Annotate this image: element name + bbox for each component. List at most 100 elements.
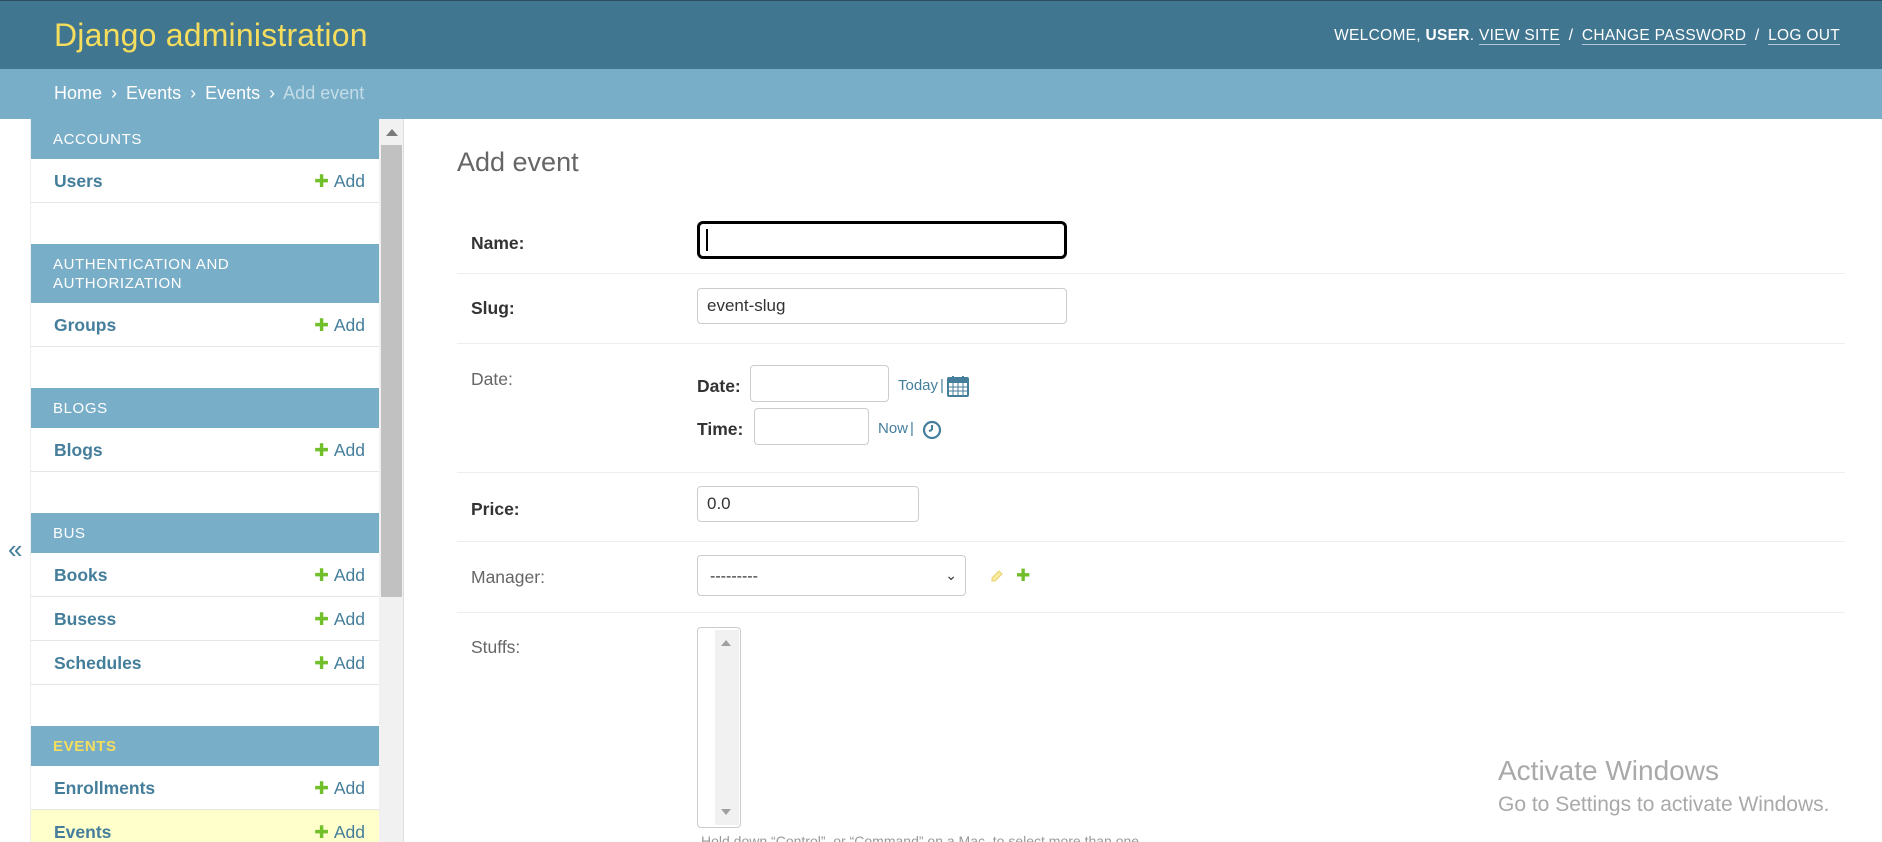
model-link[interactable]: Events [54,822,111,842]
stuffs-label: Stuffs: [471,637,521,657]
form-row-price: Price: 0.0 [457,473,1845,542]
welcome-text: Welcome, [1334,27,1426,44]
add-label: Add [333,565,365,585]
username: user [1425,27,1470,44]
stuffs-help-text: Hold down “Control”, or “Command” on a M… [701,833,1143,842]
scroll-up-arrow-icon[interactable] [386,129,398,136]
module-accounts: Accounts Users ✚ Add [31,119,379,203]
period: . [1469,27,1475,44]
model-link[interactable]: Blogs [54,440,103,461]
module-caption[interactable]: Authentication and Authorization [31,244,379,303]
manager-label: Manager: [471,567,545,587]
plus-icon: ✚ [314,565,329,585]
plus-icon: ✚ [314,609,329,629]
add-link[interactable]: ✚ Add [314,315,365,336]
scroll-up-arrow-icon[interactable] [721,640,731,646]
breadcrumb-model[interactable]: Events [205,83,260,103]
sidebar-item-blogs: Blogs ✚ Add [31,428,379,472]
form-row-manager: Manager: --------- ⌄ ✚ [457,542,1845,613]
model-link[interactable]: Schedules [54,653,142,674]
price-input[interactable]: 0.0 [697,486,919,522]
separator: | [940,377,944,394]
time-sub-label: Time: [697,419,744,439]
breadcrumb-app[interactable]: Events [126,83,181,103]
module-events: Events Enrollments ✚ Add Events ✚ Add [31,726,379,842]
breadcrumb-home[interactable]: Home [54,83,102,103]
chevron-down-icon: ⌄ [945,567,957,583]
module-caption[interactable]: Events [31,726,379,766]
add-label: Add [333,315,365,335]
now-link[interactable]: Now | [878,420,914,437]
add-link[interactable]: ✚ Add [314,778,365,799]
now-label: Now [878,420,909,437]
date-input[interactable] [750,365,889,402]
add-link[interactable]: ✚ Add [314,171,365,192]
model-link[interactable]: Books [54,565,107,586]
add-link[interactable]: ✚ Add [314,653,365,674]
sidebar-item-enrollments: Enrollments ✚ Add [31,766,379,810]
form-row-name: Name: [457,211,1845,274]
clock-icon[interactable] [922,420,942,445]
page-title: Add event [457,147,579,177]
log-out-link[interactable]: Log out [1768,27,1840,45]
module-blogs: Blogs Blogs ✚ Add [31,388,379,472]
add-label: Add [333,778,365,798]
toggle-sidebar-button[interactable]: « [0,119,31,842]
activate-windows-watermark: Activate Windows Go to Settings to activ… [1498,755,1830,817]
stuffs-multiselect[interactable] [697,627,741,828]
module-auth: Authentication and Authorization Groups … [31,244,379,347]
sidebar-item-events: Events ✚ Add [31,810,379,842]
model-link[interactable]: Users [54,171,103,192]
add-link[interactable]: ✚ Add [314,440,365,461]
add-related-plus-icon[interactable]: ✚ [1016,566,1030,586]
separator: | [910,420,914,437]
breadcrumb: Home › Events › Events › Add event [0,69,1882,119]
module-caption[interactable]: Blogs [31,388,379,428]
double-chevron-left-icon: « [8,534,23,564]
sidebar-item-groups: Groups ✚ Add [31,303,379,347]
nav-sidebar: Accounts Users ✚ Add Authentication and A… [31,119,379,842]
form-row-slug: Slug: event-slug [457,274,1845,344]
main-content: Add event Name: Slug: event-slug Date: D… [404,119,1882,842]
name-input[interactable] [697,221,1067,259]
scroll-down-arrow-icon[interactable] [721,809,731,815]
plus-icon: ✚ [314,653,329,673]
plus-icon: ✚ [314,315,329,335]
add-link[interactable]: ✚ Add [314,822,365,842]
model-link[interactable]: Groups [54,315,116,336]
module-bus: Bus Books ✚ Add Busess ✚ Add Schedules ✚ Ad… [31,513,379,685]
module-caption[interactable]: Bus [31,513,379,553]
breadcrumb-separator: › [190,83,197,103]
separator: / [1754,27,1760,44]
time-input[interactable] [754,408,869,445]
add-link[interactable]: ✚ Add [314,609,365,630]
sidebar-item-schedules: Schedules ✚ Add [31,641,379,685]
today-link[interactable]: Today | [898,377,944,394]
view-site-link[interactable]: View site [1479,27,1561,45]
model-link[interactable]: Busess [54,609,116,630]
plus-icon: ✚ [314,778,329,798]
pencil-icon[interactable] [989,568,1005,589]
breadcrumb-separator: › [269,83,276,103]
slug-input[interactable]: event-slug [697,288,1067,324]
sidebar-item-busess: Busess ✚ Add [31,597,379,641]
plus-icon: ✚ [314,822,329,842]
manager-select[interactable]: --------- ⌄ [697,555,966,596]
add-label: Add [333,609,365,629]
scrollbar-thumb[interactable] [381,145,402,597]
calendar-icon[interactable] [947,375,969,402]
add-link[interactable]: ✚ Add [314,565,365,586]
sidebar-scrollbar[interactable] [379,119,404,842]
add-label: Add [333,171,365,191]
change-password-link[interactable]: Change password [1581,27,1747,45]
date-label: Date: [471,369,513,389]
plus-icon: ✚ [314,171,329,191]
breadcrumb-separator: › [111,83,118,103]
model-link[interactable]: Enrollments [54,778,155,799]
slug-label: Slug: [471,298,515,318]
module-caption[interactable]: Accounts [31,119,379,159]
watermark-title: Activate Windows [1498,755,1719,786]
multiselect-scrollbar[interactable] [715,630,739,825]
manager-selected-value: --------- [710,568,758,585]
site-branding[interactable]: Django administration [54,17,368,54]
